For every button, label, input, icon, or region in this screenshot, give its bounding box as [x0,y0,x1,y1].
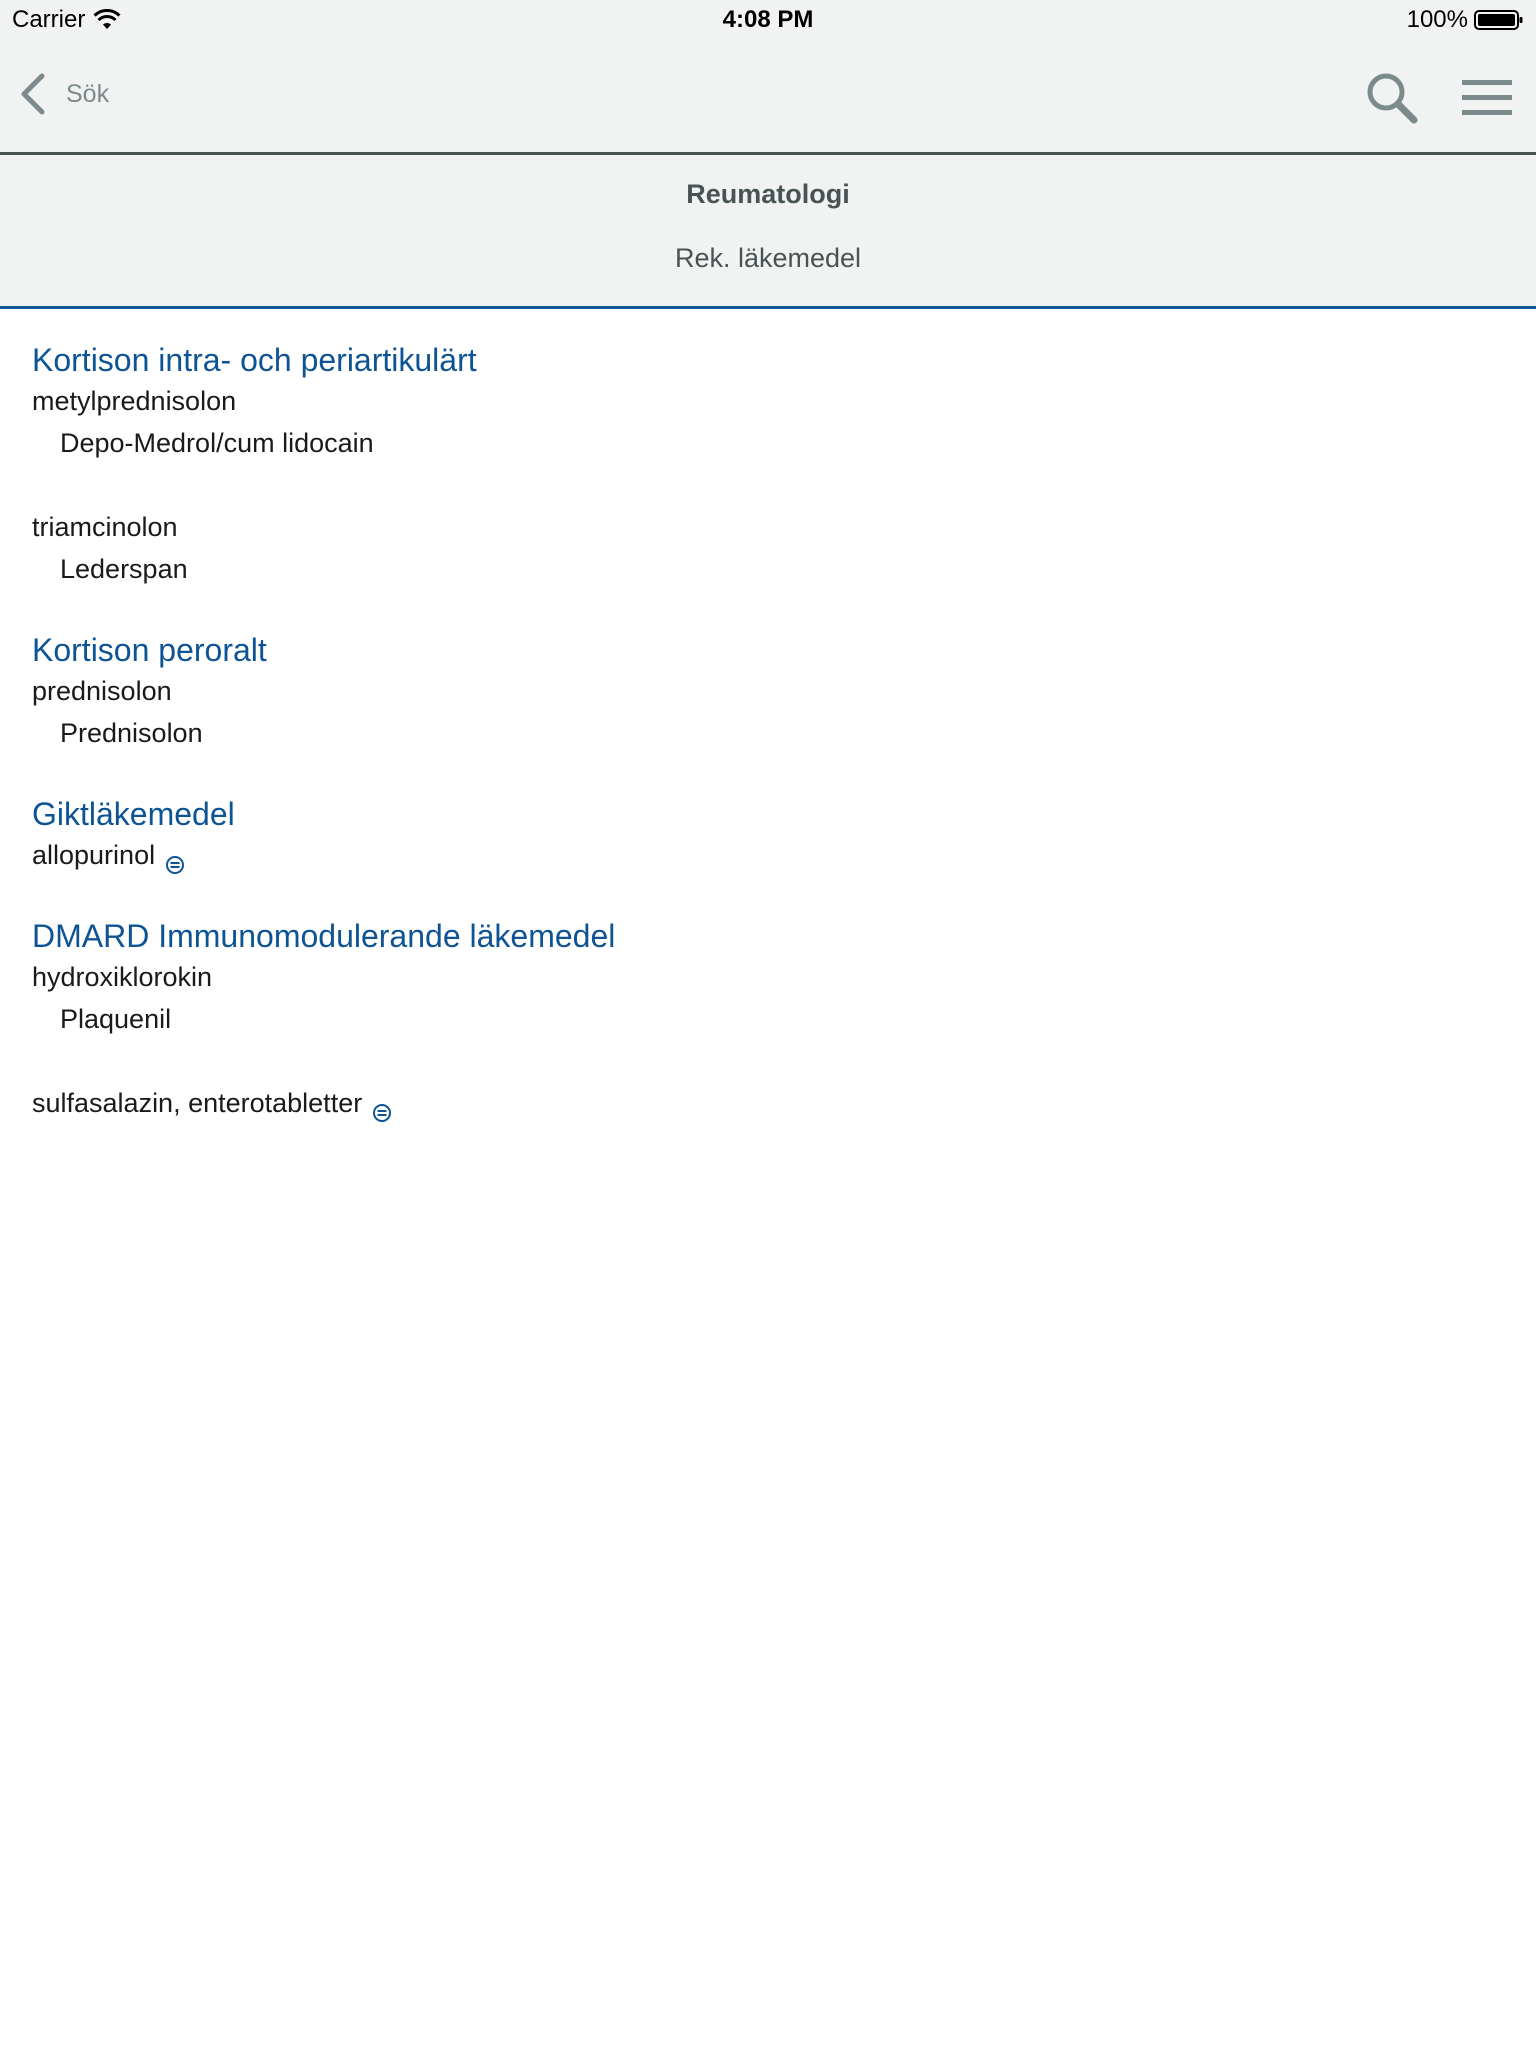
drug-item: allopurinol [32,834,1512,876]
drug-item: hydroxiklorokin Plaquenil [32,956,1512,1040]
hamburger-menu-icon [1462,80,1512,115]
drug-name: sulfasalazin, enterotabletter [32,1088,363,1118]
section-giktlakemedel: Giktläkemedel allopurinol [32,794,1512,876]
battery-percent: 100% [1406,6,1468,33]
menu-button[interactable] [1460,76,1516,120]
section-title[interactable]: Giktläkemedel [32,794,1512,834]
search-icon [1367,73,1418,124]
equivalent-icon [165,845,185,874]
page-title: Reumatologi [686,179,850,209]
search-button[interactable] [1364,70,1420,126]
back-button[interactable]: Sök [18,72,109,116]
drug-item: prednisolon Prednisolon [32,670,1512,754]
drug-item: sulfasalazin, enterotabletter [32,1082,1512,1124]
status-bar: Carrier 4:08 PM 100% [0,0,1536,42]
drug-name[interactable]: triamcinolon [32,506,1512,548]
drug-name-row[interactable]: sulfasalazin, enterotabletter [32,1082,1512,1124]
brand-name[interactable]: Plaquenil [32,998,1512,1040]
drug-item: triamcinolon Lederspan [32,506,1512,590]
section-title[interactable]: DMARD Immunomodulerande läkemedel [32,916,1512,956]
drug-name[interactable]: hydroxiklorokin [32,956,1512,998]
battery-icon [1474,9,1524,31]
page-subtitle: Rek. läkemedel [674,243,862,273]
drug-list: Kortison intra- och periartikulärt metyl… [32,340,1512,1164]
section-title[interactable]: Kortison intra- och periartikulärt [32,340,1512,380]
chevron-left-icon [18,72,48,116]
section-kortison-peroralt: Kortison peroralt prednisolon Prednisolo… [32,630,1512,754]
drug-name[interactable]: metylprednisolon [32,380,1512,422]
section-title[interactable]: Kortison peroralt [32,630,1512,670]
section-dmard: DMARD Immunomodulerande läkemedel hydrox… [32,916,1512,1124]
brand-name[interactable]: Lederspan [32,548,1512,590]
back-label: Sök [66,79,110,108]
navigation-bar: Sök [0,42,1536,155]
drug-name[interactable]: prednisolon [32,670,1512,712]
status-time: 4:08 PM [722,6,814,33]
status-right: 100% [1407,6,1524,34]
page-header: Reumatologi Rek. läkemedel [0,155,1536,309]
brand-name[interactable]: Prednisolon [32,712,1512,754]
brand-name[interactable]: Depo-Medrol/cum lidocain [32,422,1512,464]
drug-name: allopurinol [32,840,156,870]
equivalent-icon [372,1093,392,1122]
section-kortison-intra: Kortison intra- och periartikulärt metyl… [32,340,1512,590]
drug-item: metylprednisolon Depo-Medrol/cum lidocai… [32,380,1512,464]
drug-name-row[interactable]: allopurinol [32,834,1512,876]
